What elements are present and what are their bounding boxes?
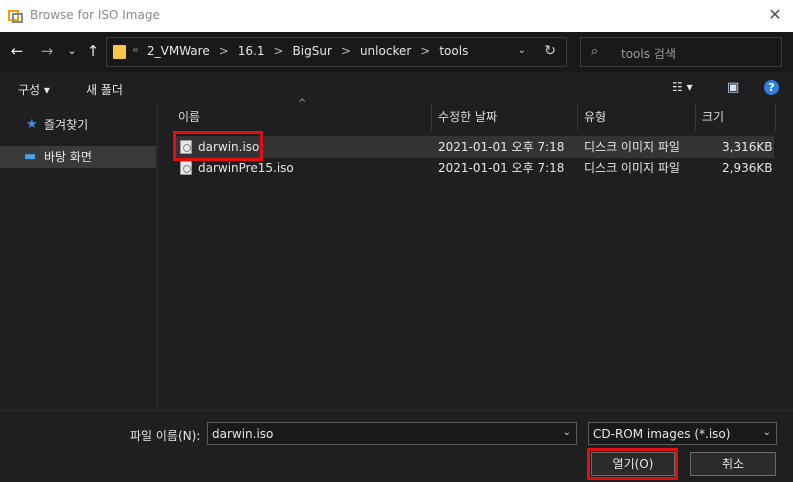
recent-locations-chevron-icon[interactable]: ⌄: [63, 42, 81, 60]
file-name: darwin.iso: [198, 140, 260, 154]
column-header-type[interactable]: 유형: [578, 104, 696, 130]
breadcrumb-separator-icon[interactable]: >: [341, 44, 351, 58]
back-arrow-icon[interactable]: ←: [8, 42, 26, 60]
breadcrumb-item[interactable]: 2_VMWare: [147, 44, 210, 58]
address-dropdown-icon[interactable]: ⌄: [518, 45, 526, 56]
navigation-bar: ← → ⌄ ↑ « 2_VMWare > 16.1 > BigSur > unl…: [0, 32, 793, 72]
search-placeholder: tools 검색: [621, 47, 676, 61]
file-type: 디스크 이미지 파일: [584, 161, 680, 175]
organize-button[interactable]: 구성 ▾: [18, 81, 50, 98]
open-button[interactable]: 열기(O): [591, 452, 675, 476]
breadcrumb-separator-icon[interactable]: >: [273, 44, 283, 58]
breadcrumb-item[interactable]: 16.1: [238, 44, 265, 58]
breadcrumb-separator-icon[interactable]: >: [219, 44, 229, 58]
disc-image-file-icon: [180, 161, 192, 175]
help-icon[interactable]: ?: [764, 80, 779, 95]
search-input[interactable]: ⌕ tools 검색: [580, 37, 782, 67]
desktop-icon: ▬: [24, 149, 37, 164]
column-header-modified[interactable]: 수정한 날짜: [432, 104, 578, 130]
sidebar-item-label: 바탕 화면: [44, 150, 92, 164]
file-size: 2,936KB: [722, 161, 773, 175]
overflow-chevron-icon[interactable]: «: [132, 43, 139, 56]
chevron-down-icon[interactable]: ⌄: [563, 427, 571, 438]
forward-arrow-icon[interactable]: →: [38, 42, 56, 60]
filetype-select[interactable]: CD-ROM images (*.iso) ⌄: [588, 422, 777, 445]
folder-icon: [113, 45, 126, 59]
star-icon: ★: [26, 117, 38, 132]
breadcrumb-item[interactable]: BigSur: [293, 44, 332, 58]
dialog-footer: 파일 이름(N): darwin.iso ⌄ CD-ROM images (*.…: [0, 410, 793, 482]
filename-label: 파일 이름(N):: [130, 429, 201, 443]
search-icon: ⌕: [591, 44, 599, 59]
address-bar[interactable]: « 2_VMWare > 16.1 > BigSur > unlocker > …: [106, 37, 567, 67]
sidebar-item-desktop[interactable]: ▬ 바탕 화면: [0, 146, 156, 168]
column-header-row: ^ 이름 수정한 날짜 유형 크기: [158, 98, 793, 130]
filetype-value: CD-ROM images (*.iso): [593, 427, 731, 441]
sidebar-item-label: 즐겨찾기: [44, 118, 89, 132]
column-header-name[interactable]: 이름: [172, 104, 432, 130]
file-modified: 2021-01-01 오후 7:18: [438, 140, 565, 154]
window-title: Browse for ISO Image: [30, 8, 160, 22]
chevron-down-icon[interactable]: ⌄: [763, 427, 771, 438]
navigation-pane: ★ 즐겨찾기 ▬ 바탕 화면: [0, 104, 158, 410]
preview-pane-icon[interactable]: ▣: [727, 80, 739, 95]
up-arrow-icon[interactable]: ↑: [84, 42, 102, 60]
close-icon[interactable]: ✕: [765, 5, 785, 25]
new-folder-button[interactable]: 새 폴더: [86, 81, 123, 98]
cancel-button[interactable]: 취소: [690, 452, 776, 476]
file-list: ^ 이름 수정한 날짜 유형 크기 darwin.iso 2021-01-01 …: [158, 98, 793, 410]
file-name: darwinPre15.iso: [198, 161, 294, 175]
disc-image-file-icon: [180, 140, 192, 154]
file-row[interactable]: darwin.iso 2021-01-01 오후 7:18 디스크 이미지 파일…: [174, 136, 774, 158]
file-type: 디스크 이미지 파일: [584, 140, 680, 154]
breadcrumb-item[interactable]: unlocker: [360, 44, 411, 58]
title-bar: Browse for ISO Image ✕: [0, 0, 793, 32]
filename-field[interactable]: darwin.iso ⌄: [207, 422, 577, 445]
breadcrumb: 2_VMWare > 16.1 > BigSur > unlocker > to…: [147, 44, 468, 58]
vmware-app-icon: [8, 10, 23, 23]
file-modified: 2021-01-01 오후 7:18: [438, 161, 565, 175]
file-row[interactable]: darwinPre15.iso 2021-01-01 오후 7:18 디스크 이…: [174, 157, 774, 179]
file-size: 3,316KB: [722, 140, 773, 154]
breadcrumb-item[interactable]: tools: [439, 44, 468, 58]
breadcrumb-separator-icon[interactable]: >: [420, 44, 430, 58]
sidebar-item-favorites[interactable]: ★ 즐겨찾기: [0, 114, 156, 136]
toolbar: 구성 ▾ 새 폴더 ☷ ▾ ▣ ?: [0, 72, 793, 104]
view-options-icon[interactable]: ☷ ▾: [672, 80, 693, 94]
refresh-icon[interactable]: ↻: [544, 43, 556, 59]
filename-value: darwin.iso: [212, 427, 274, 441]
column-header-size[interactable]: 크기: [696, 104, 776, 130]
